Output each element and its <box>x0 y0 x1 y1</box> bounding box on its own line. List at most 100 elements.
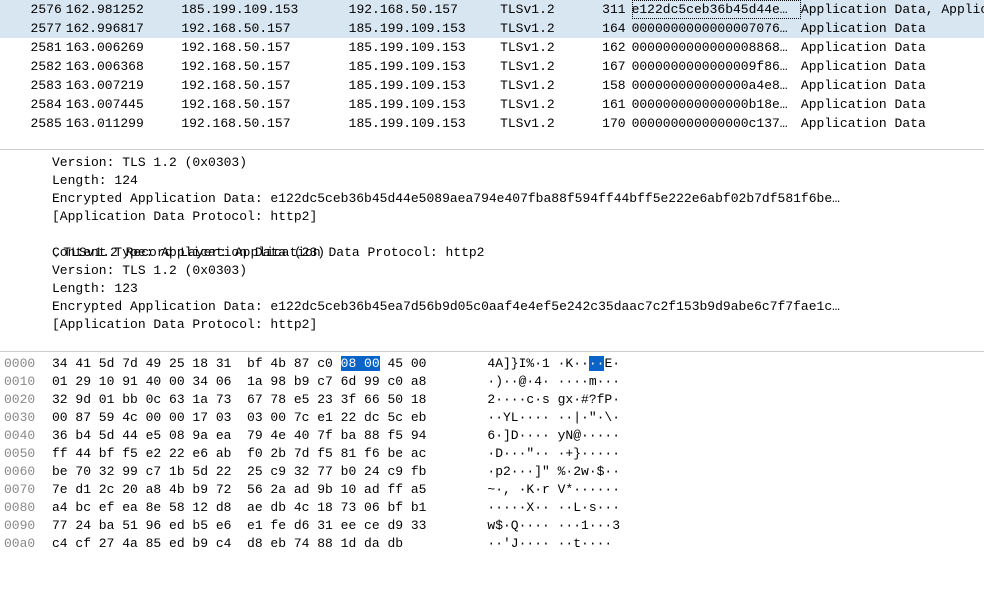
col-destination: 185.199.109.153 <box>349 19 500 38</box>
hex-ascii: ·D···"·· ·+}····· <box>464 445 664 463</box>
packet-row[interactable]: 2583163.007219192.168.50.157185.199.109.… <box>0 76 984 95</box>
col-time: 162.996817 <box>66 19 182 38</box>
col-destination: 185.199.109.153 <box>349 95 500 114</box>
hex-ascii: w$·Q···· ···1···3 <box>464 517 664 535</box>
col-length: 164 <box>582 19 632 38</box>
details-line[interactable]: Encrypted Application Data: e122dc5ceb36… <box>0 190 984 208</box>
hex-row[interactable]: 0050ff 44 bf f5 e2 22 e6 ab f0 2b 7d f5 … <box>0 445 984 463</box>
hex-ascii: 6·]D···· yN@····· <box>464 427 664 445</box>
hex-row[interactable]: 003000 87 59 4c 00 00 17 03 03 00 7c e1 … <box>0 409 984 427</box>
col-info-text: Application Data <box>801 38 984 57</box>
hex-ascii: ··'J···· ··t···· <box>464 535 664 553</box>
hex-row[interactable]: 001001 29 10 91 40 00 34 06 1a 98 b9 c7 … <box>0 373 984 391</box>
hex-offset: 00a0 <box>0 535 52 553</box>
col-source: 192.168.50.157 <box>181 57 348 76</box>
col-destination: 185.199.109.153 <box>349 38 500 57</box>
col-source: 192.168.50.157 <box>181 76 348 95</box>
hex-offset: 0030 <box>0 409 52 427</box>
hex-offset: 0060 <box>0 463 52 481</box>
col-time: 163.007219 <box>66 76 182 95</box>
col-info-hash: 0000000000000009f86… <box>632 57 801 76</box>
hex-ascii: ·p2···]" %·2w·$·· <box>464 463 664 481</box>
hex-ascii: 2····c·s gx·#?fP· <box>464 391 664 409</box>
hex-row[interactable]: 002032 9d 01 bb 0c 63 1a 73 67 78 e5 23 … <box>0 391 984 409</box>
hex-offset: 0080 <box>0 499 52 517</box>
hex-selection: 08 00 <box>341 356 380 371</box>
col-source: 192.168.50.157 <box>181 95 348 114</box>
col-length: 311 <box>582 0 632 19</box>
details-line[interactable]: Encrypted Application Data: e122dc5ceb36… <box>0 298 984 316</box>
hex-bytes: 32 9d 01 bb 0c 63 1a 73 67 78 e5 23 3f 6… <box>52 391 464 409</box>
details-line[interactable]: Version: TLS 1.2 (0x0303) <box>0 262 984 280</box>
hex-bytes: ff 44 bf f5 e2 22 e6 ab f0 2b 7d f5 81 f… <box>52 445 464 463</box>
col-time: 163.011299 <box>66 114 182 133</box>
hex-dump-pane[interactable]: 000034 41 5d 7d 49 25 18 31 bf 4b 87 c0 … <box>0 352 984 600</box>
col-time: 162.981252 <box>66 0 182 19</box>
packet-list-scroll[interactable]: 2576162.981252185.199.109.153192.168.50.… <box>0 0 984 150</box>
col-info-hash: 0000000000000007076… <box>632 19 801 38</box>
hex-offset: 0050 <box>0 445 52 463</box>
col-info-hash: e122dc5ceb36b45d44e… <box>632 0 801 19</box>
hex-row[interactable]: 0060be 70 32 99 c7 1b 5d 22 25 c9 32 77 … <box>0 463 984 481</box>
col-destination: 185.199.109.153 <box>349 114 500 133</box>
col-info-text: Application Data <box>801 19 984 38</box>
packet-row[interactable]: 2584163.007445192.168.50.157185.199.109.… <box>0 95 984 114</box>
col-destination: 185.199.109.153 <box>349 76 500 95</box>
col-protocol: TLSv1.2 <box>500 114 582 133</box>
details-line[interactable]: Content Type: Application Data (23) <box>0 244 984 262</box>
col-info-hash: 000000000000000a4e8… <box>632 76 801 95</box>
col-info-text: Application Data <box>801 95 984 114</box>
hex-offset: 0040 <box>0 427 52 445</box>
details-line[interactable]: Length: 123 <box>0 280 984 298</box>
hex-offset: 0070 <box>0 481 52 499</box>
hex-bytes: 00 87 59 4c 00 00 17 03 03 00 7c e1 22 d… <box>52 409 464 427</box>
col-info-text: Application Data <box>801 57 984 76</box>
hex-ascii: ··YL···· ··|·"·\· <box>464 409 664 427</box>
details-expander[interactable]: ⌄TLSv1.2 Record Layer: Application Data … <box>0 226 984 244</box>
col-destination: 185.199.109.153 <box>349 57 500 76</box>
hex-offset: 0000 <box>0 355 52 373</box>
hex-offset: 0090 <box>0 517 52 535</box>
packet-details-pane[interactable]: Version: TLS 1.2 (0x0303) Length: 124 En… <box>0 150 984 352</box>
col-source: 192.168.50.157 <box>181 114 348 133</box>
col-length: 167 <box>582 57 632 76</box>
hex-bytes: be 70 32 99 c7 1b 5d 22 25 c9 32 77 b0 2… <box>52 463 464 481</box>
col-protocol: TLSv1.2 <box>500 38 582 57</box>
packet-row[interactable]: 2576162.981252185.199.109.153192.168.50.… <box>0 0 984 19</box>
col-source: 185.199.109.153 <box>181 0 348 19</box>
hex-row[interactable]: 0080a4 bc ef ea 8e 58 12 d8 ae db 4c 18 … <box>0 499 984 517</box>
col-protocol: TLSv1.2 <box>500 57 582 76</box>
col-destination: 192.168.50.157 <box>349 0 500 19</box>
hex-row[interactable]: 009077 24 ba 51 96 ed b5 e6 e1 fe d6 31 … <box>0 517 984 535</box>
col-info-text: Application Data <box>801 114 984 133</box>
hex-ascii: ·····X·· ··L·s··· <box>464 499 664 517</box>
col-length: 158 <box>582 76 632 95</box>
packet-row[interactable]: 2582163.006368192.168.50.157185.199.109.… <box>0 57 984 76</box>
col-protocol: TLSv1.2 <box>500 0 582 19</box>
hex-ascii: ~·, ·K·r V*······ <box>464 481 664 499</box>
hex-row[interactable]: 004036 b4 5d 44 e5 08 9a ea 79 4e 40 7f … <box>0 427 984 445</box>
col-protocol: TLSv1.2 <box>500 95 582 114</box>
col-no: 2577 <box>0 19 66 38</box>
col-time: 163.006368 <box>66 57 182 76</box>
hex-row[interactable]: 00707e d1 2c 20 a8 4b b9 72 56 2a ad 9b … <box>0 481 984 499</box>
col-length: 170 <box>582 114 632 133</box>
col-no: 2576 <box>0 0 66 19</box>
details-line[interactable]: Version: TLS 1.2 (0x0303) <box>0 154 984 172</box>
packet-row[interactable]: 2581163.006269192.168.50.157185.199.109.… <box>0 38 984 57</box>
packet-row[interactable]: 2585163.011299192.168.50.157185.199.109.… <box>0 114 984 133</box>
col-no: 2584 <box>0 95 66 114</box>
hex-bytes: 7e d1 2c 20 a8 4b b9 72 56 2a ad 9b 10 a… <box>52 481 464 499</box>
col-length: 162 <box>582 38 632 57</box>
details-line[interactable]: [Application Data Protocol: http2] <box>0 316 984 334</box>
hex-row[interactable]: 000034 41 5d 7d 49 25 18 31 bf 4b 87 c0 … <box>0 355 984 373</box>
packet-row[interactable]: 2577162.996817192.168.50.157185.199.109.… <box>0 19 984 38</box>
details-line[interactable]: [Application Data Protocol: http2] <box>0 208 984 226</box>
col-info-text: Application Data, Applic <box>801 0 984 19</box>
col-no: 2582 <box>0 57 66 76</box>
hex-bytes: 77 24 ba 51 96 ed b5 e6 e1 fe d6 31 ee c… <box>52 517 464 535</box>
details-line[interactable]: Length: 124 <box>0 172 984 190</box>
hex-bytes: c4 cf 27 4a 85 ed b9 c4 d8 eb 74 88 1d d… <box>52 535 464 553</box>
hex-bytes: 34 41 5d 7d 49 25 18 31 bf 4b 87 c0 08 0… <box>52 355 464 373</box>
hex-row[interactable]: 00a0c4 cf 27 4a 85 ed b9 c4 d8 eb 74 88 … <box>0 535 984 553</box>
